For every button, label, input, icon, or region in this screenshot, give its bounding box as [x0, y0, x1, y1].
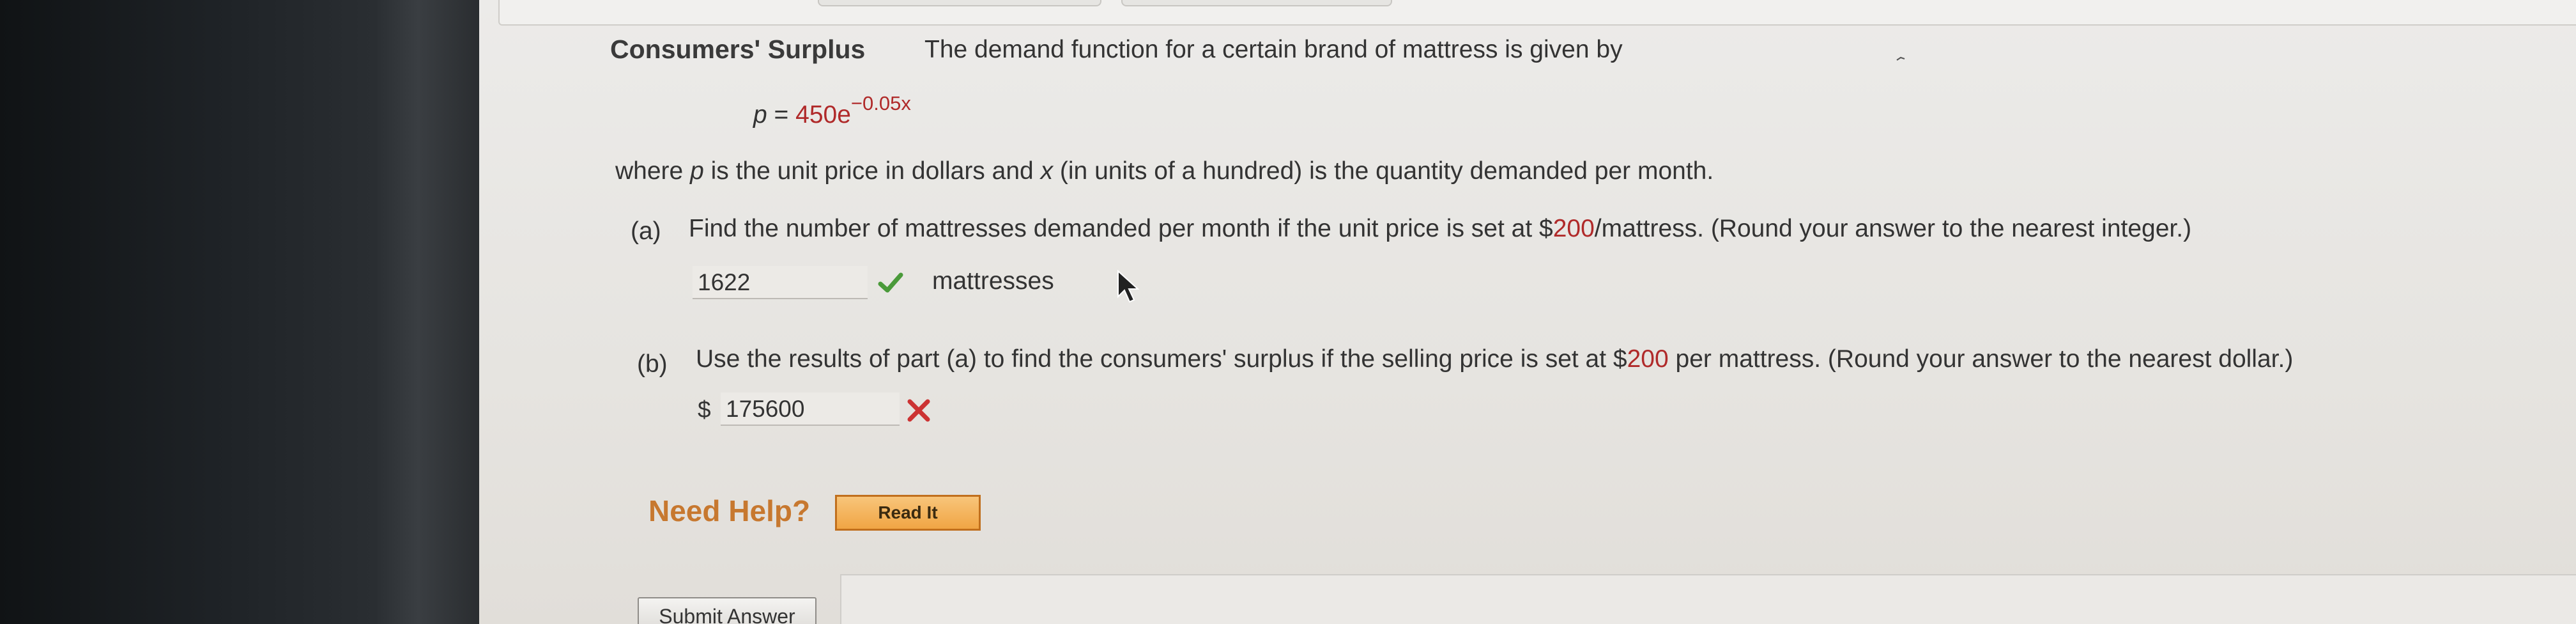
equation-variable: p [753, 101, 767, 129]
part-a-label: (a) [631, 217, 661, 245]
demand-equation: p = 450e−0.05x [753, 92, 911, 129]
screen: Consumers' Surplus The demand function f… [479, 0, 2576, 624]
part-b-question-after: per mattress. (Round your answer to the … [1668, 345, 2294, 373]
part-b-answer-field[interactable]: 175600 [721, 393, 900, 426]
description-part3: (in units of a hundred) is the quantity … [1053, 157, 1714, 185]
part-b-price: 200 [1627, 345, 1669, 373]
need-help-label: Need Help? [648, 494, 811, 527]
part-a-question-before: Find the number of mattresses demanded p… [689, 215, 1553, 242]
stray-mark [1896, 54, 1906, 65]
check-icon [877, 269, 905, 300]
part-b-question: Use the results of part (a) to find the … [696, 345, 2293, 373]
submit-answer-button[interactable]: Submit Answer [638, 597, 816, 624]
problem-title: Consumers' Surplus [610, 35, 866, 64]
part-b-label: (b) [637, 350, 668, 378]
description-part2: is the unit price in dollars and [703, 157, 1041, 185]
currency-symbol: $ [698, 396, 711, 423]
part-b-question-before: Use the results of part (a) to find the … [696, 345, 1627, 373]
equation-base: 450e [795, 101, 851, 129]
read-it-button[interactable]: Read It [835, 495, 981, 531]
monitor-edge [377, 0, 479, 624]
question-content: Consumers' Surplus The demand function f… [479, 0, 2576, 624]
equation-exponent: −0.05x [850, 92, 911, 114]
cursor-icon [1117, 269, 1140, 308]
x-icon [906, 398, 931, 426]
equation-equals: = [767, 101, 796, 129]
problem-intro: The demand function for a certain brand … [924, 36, 1623, 63]
part-a-answer-field[interactable]: 1622 [693, 266, 868, 299]
description-p: p [690, 157, 704, 185]
answer-panel [840, 574, 2576, 624]
monitor-bezel [0, 0, 377, 624]
part-a-question-after: /mattress. (Round your answer to the nea… [1594, 215, 2192, 242]
problem-description: where p is the unit price in dollars and… [615, 157, 1713, 185]
part-a-question: Find the number of mattresses demanded p… [689, 215, 2191, 243]
part-a-price: 200 [1552, 215, 1595, 242]
part-a-unit: mattresses [932, 267, 1054, 295]
description-x: x [1040, 157, 1054, 185]
description-part1: where [615, 157, 691, 185]
